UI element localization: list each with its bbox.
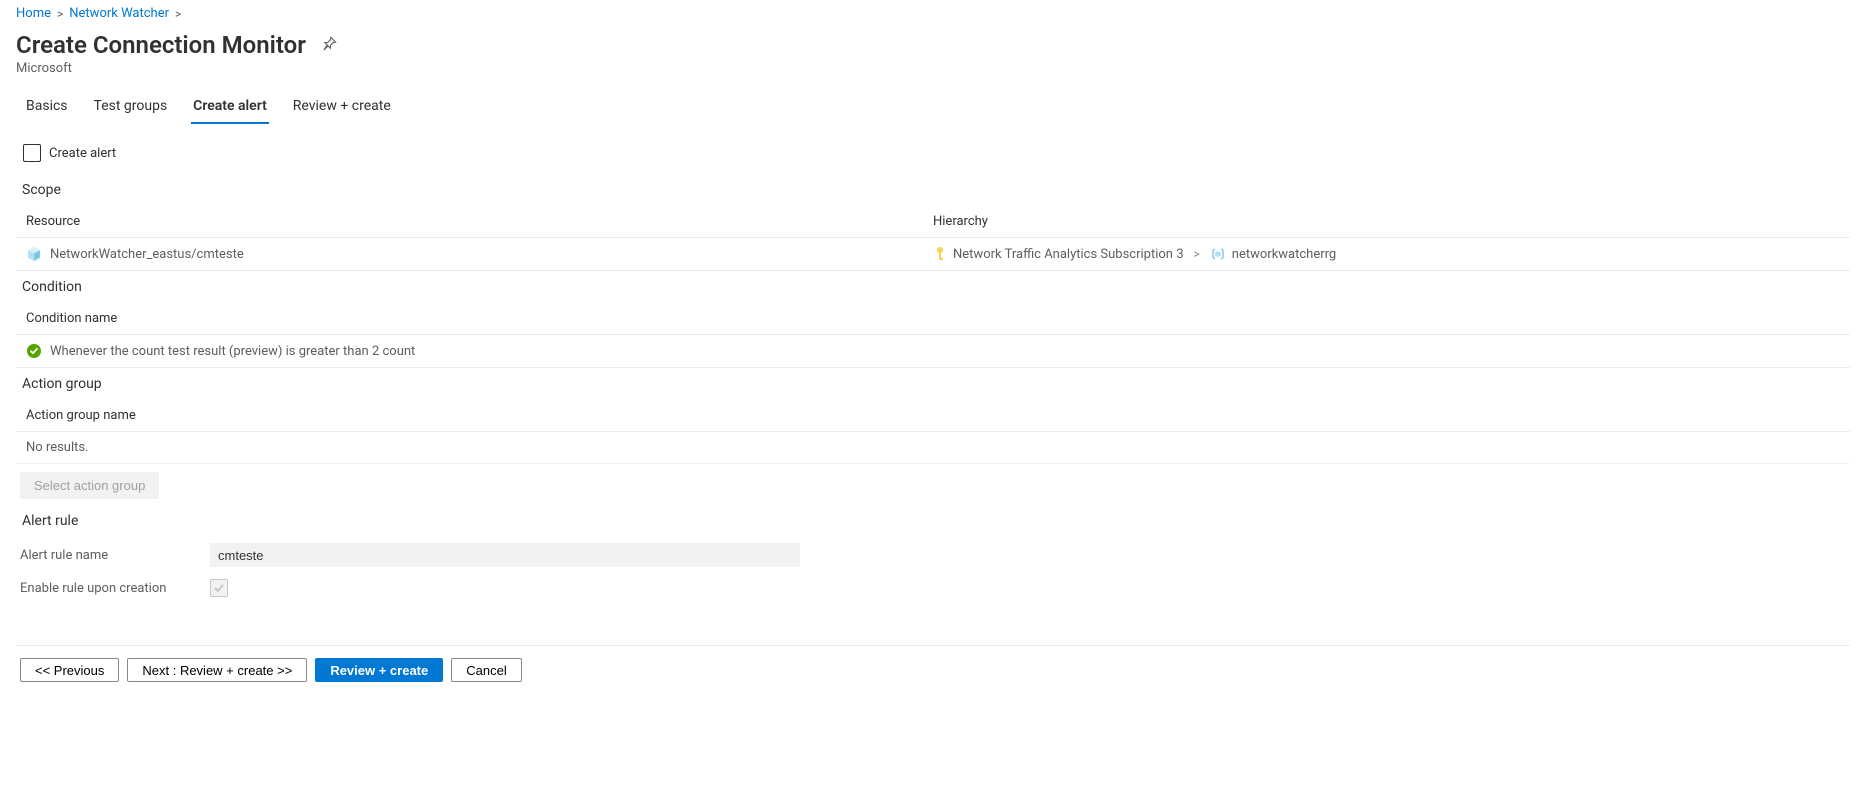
action-group-empty: No results.	[16, 432, 1850, 464]
next-button[interactable]: Next : Review + create >>	[127, 658, 307, 682]
breadcrumb-network-watcher[interactable]: Network Watcher	[69, 6, 169, 21]
scope-row: NetworkWatcher_eastus/cmteste Network Tr…	[16, 238, 1850, 271]
scope-col-resource: Resource	[26, 214, 933, 229]
create-alert-checkbox[interactable]	[23, 144, 41, 162]
check-circle-icon	[26, 343, 42, 359]
previous-button[interactable]: << Previous	[20, 658, 119, 682]
hierarchy-resource-group: networkwatcherrg	[1232, 247, 1336, 262]
tab-test-groups[interactable]: Test groups	[92, 90, 170, 124]
page-title: Create Connection Monitor	[16, 31, 306, 59]
scope-label: Scope	[22, 182, 1850, 198]
action-group-label: Action group	[22, 376, 1850, 392]
select-action-group-button: Select action group	[20, 472, 159, 499]
wizard-footer: << Previous Next : Review + create >> Re…	[16, 645, 1850, 694]
resource-group-icon	[1210, 246, 1226, 262]
condition-label: Condition	[22, 279, 1850, 295]
condition-text: Whenever the count test result (preview)…	[50, 344, 415, 359]
condition-col-name: Condition name	[16, 303, 1850, 335]
breadcrumb-home[interactable]: Home	[16, 6, 51, 21]
cancel-button[interactable]: Cancel	[451, 658, 521, 682]
scope-col-hierarchy: Hierarchy	[933, 214, 1840, 229]
condition-row: Whenever the count test result (preview)…	[16, 335, 1850, 368]
enable-rule-label: Enable rule upon creation	[20, 581, 210, 596]
alert-rule-name-input[interactable]	[210, 543, 800, 567]
action-group-col-name: Action group name	[16, 400, 1850, 432]
chevron-right-icon: >	[1192, 247, 1202, 261]
alert-rule-label: Alert rule	[22, 513, 1850, 529]
enable-rule-checkbox	[210, 579, 228, 597]
create-alert-checkbox-label: Create alert	[49, 146, 116, 161]
tab-create-alert[interactable]: Create alert	[191, 90, 269, 124]
alert-rule-name-label: Alert rule name	[20, 548, 210, 563]
pin-icon	[322, 36, 337, 51]
chevron-right-icon: >	[175, 7, 181, 21]
scope-table: Resource Hierarchy NetworkWatcher_eastus…	[16, 206, 1850, 271]
scope-resource-name: NetworkWatcher_eastus/cmteste	[50, 247, 244, 262]
breadcrumb: Home > Network Watcher >	[16, 2, 1850, 31]
tab-review-create[interactable]: Review + create	[291, 90, 393, 124]
check-icon	[213, 582, 225, 594]
key-icon	[933, 246, 947, 262]
tab-basics[interactable]: Basics	[24, 90, 70, 124]
page-subtitle: Microsoft	[16, 61, 1850, 76]
chevron-right-icon: >	[57, 7, 63, 21]
resource-cube-icon	[26, 246, 42, 262]
review-create-button[interactable]: Review + create	[315, 658, 443, 682]
hierarchy-subscription: Network Traffic Analytics Subscription 3	[953, 247, 1184, 262]
tabs: Basics Test groups Create alert Review +…	[16, 90, 1850, 124]
pin-button[interactable]	[320, 34, 339, 56]
